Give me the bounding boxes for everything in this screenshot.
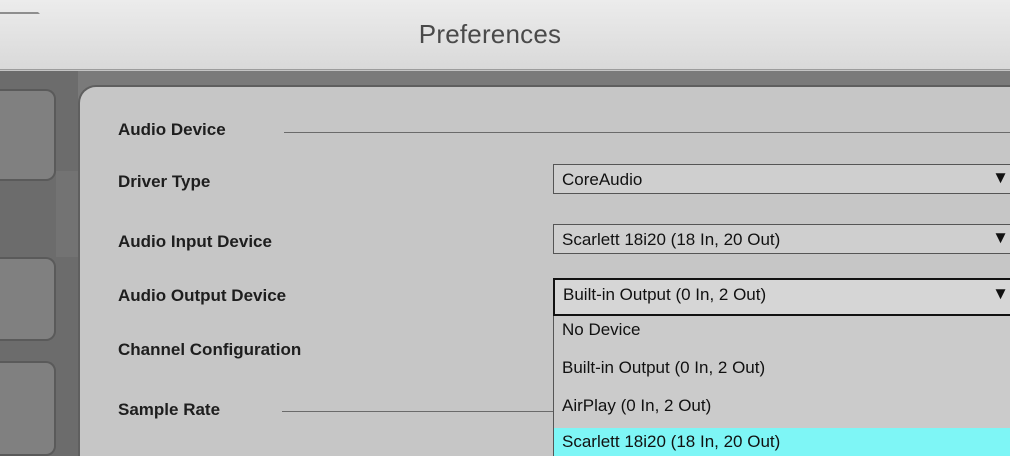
preferences-tab-1[interactable] <box>0 89 56 181</box>
sample-rate-section-title: Sample Rate <box>118 400 221 419</box>
preferences-tab-2[interactable] <box>0 257 56 341</box>
dropdown-option-no-device[interactable]: No Device <box>554 316 1010 346</box>
chevron-down-icon: ▼ <box>992 168 1009 187</box>
driver-type-value: CoreAudio <box>562 170 643 189</box>
tab-connector <box>56 171 78 257</box>
audio-output-device-value: Built-in Output (0 In, 2 Out) <box>563 285 767 304</box>
dropdown-option-built-in-output[interactable]: Built-in Output (0 In, 2 Out) <box>554 354 1010 384</box>
section-divider <box>284 132 1010 133</box>
channel-configuration-label: Channel Configuration <box>118 340 302 359</box>
dropdown-option-airplay[interactable]: AirPlay (0 In, 2 Out) <box>554 392 1010 422</box>
dropdown-option-scarlett-18i20[interactable]: Scarlett 18i20 (18 In, 20 Out) <box>554 428 1010 456</box>
audio-output-device-label: Audio Output Device <box>118 286 287 305</box>
title-bar: Preferences <box>0 0 1010 70</box>
driver-type-select[interactable]: CoreAudio ▼ <box>553 164 1010 194</box>
section-divider <box>282 411 553 412</box>
window-title: Preferences <box>418 19 562 49</box>
audio-input-device-select[interactable]: Scarlett 18i20 (18 In, 20 Out) ▼ <box>553 224 1010 254</box>
preferences-tab-3[interactable] <box>0 361 56 456</box>
audio-device-section-title: Audio Device <box>118 120 226 139</box>
chevron-down-icon: ▼ <box>992 228 1009 247</box>
audio-input-device-value: Scarlett 18i20 (18 In, 20 Out) <box>562 230 781 249</box>
audio-input-device-label: Audio Input Device <box>118 232 272 251</box>
chevron-down-icon: ▼ <box>992 284 1009 303</box>
output-device-dropdown-list: No Device Built-in Output (0 In, 2 Out) … <box>553 316 1010 456</box>
window-corner <box>0 0 40 14</box>
driver-type-label: Driver Type <box>118 172 211 191</box>
audio-output-device-select[interactable]: Built-in Output (0 In, 2 Out) ▼ <box>553 278 1010 316</box>
